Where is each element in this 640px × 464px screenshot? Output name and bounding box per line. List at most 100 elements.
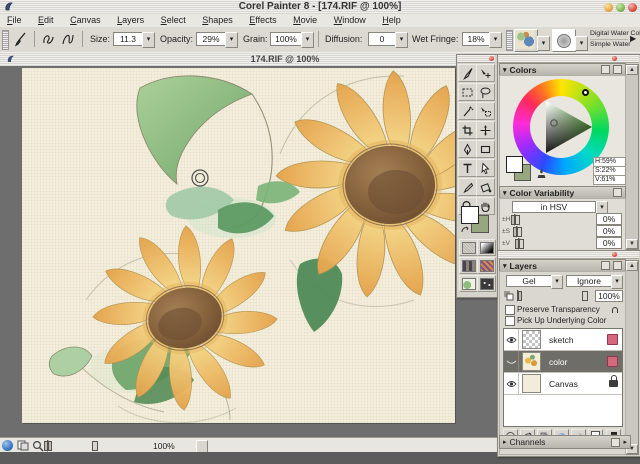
pen-tool-button[interactable] [458, 140, 477, 158]
color-variability-menu-icon[interactable] [613, 188, 622, 197]
rectangular-selection-tool-button[interactable] [458, 83, 477, 101]
brush-selector-drag-handle[interactable] [506, 30, 513, 51]
visibility-eye-icon[interactable] [504, 329, 519, 350]
variability-h-slider[interactable] [514, 214, 516, 226]
channels-panel-header[interactable]: ▸ Channels ▸ [499, 435, 631, 449]
layers-scroll-up-icon[interactable]: ▲ [626, 261, 638, 271]
look-selector-button[interactable] [459, 275, 478, 292]
scroll-up-icon[interactable]: ▲ [626, 65, 638, 75]
title-bar[interactable]: Corel Painter 8 - [174.RIF @ 100%] [0, 0, 640, 15]
gradient-selector-button[interactable] [477, 239, 496, 256]
layers-collapse-icon[interactable]: ▾ [503, 262, 507, 270]
variability-h-handle[interactable] [515, 215, 520, 225]
swap-colors-icon[interactable] [460, 225, 470, 235]
opacity-field[interactable]: 29% [196, 32, 226, 46]
dropper-tool-button[interactable] [458, 178, 477, 196]
colors-palette-close-button[interactable] [612, 56, 617, 61]
variability-mode-select[interactable]: in HSV [512, 201, 596, 213]
menu-layers[interactable]: Layers [110, 14, 151, 27]
brush-category-dropdown[interactable]: ▾ [537, 36, 550, 51]
wet-fringe-dropdown[interactable]: ▾ [489, 32, 502, 48]
variability-h-value[interactable]: 0% [596, 213, 622, 225]
minimize-button[interactable] [604, 3, 613, 12]
menu-movie[interactable]: Movie [286, 14, 324, 27]
menu-edit[interactable]: Edit [31, 14, 61, 27]
layer-name[interactable]: Canvas [549, 379, 578, 389]
menu-window[interactable]: Window [327, 14, 373, 27]
composite-method-dropdown[interactable]: ▾ [551, 275, 563, 289]
hue-marker[interactable] [582, 89, 589, 96]
toolbox-title-bar[interactable] [457, 55, 495, 63]
transform-tool-button[interactable] [476, 121, 495, 139]
layer-name[interactable]: sketch [549, 335, 574, 345]
palette-scrollbar[interactable]: ▲ ▼ [625, 64, 639, 250]
variability-v-handle[interactable] [519, 239, 524, 249]
layer-opacity-handle[interactable] [582, 291, 588, 301]
channels-expand-icon[interactable]: ▸ [503, 438, 507, 446]
menu-help[interactable]: Help [375, 14, 408, 27]
grain-dropdown[interactable]: ▾ [301, 32, 314, 48]
shape-selection-tool-button[interactable] [476, 159, 495, 177]
visibility-eye-icon[interactable] [504, 373, 519, 394]
paper-selector-button[interactable] [459, 239, 478, 256]
brush-tool-button[interactable] [458, 64, 477, 82]
main-color-swatch[interactable] [461, 206, 479, 224]
layer-opacity-value[interactable]: 100% [595, 290, 623, 302]
layers-palette-close-button[interactable] [612, 252, 617, 257]
menu-effects[interactable]: Effects [242, 14, 283, 27]
layer-name[interactable]: color [549, 357, 567, 367]
nozzle-selector-button[interactable] [477, 275, 496, 292]
menu-canvas[interactable]: Canvas [63, 14, 108, 27]
color-variability-collapse-icon[interactable]: ▾ [503, 189, 507, 197]
colors-panel-grid-icon[interactable] [601, 65, 610, 74]
variability-s-handle[interactable] [517, 227, 522, 237]
maximize-button[interactable] [616, 3, 625, 12]
straight-strokes-icon[interactable] [60, 31, 76, 47]
colors-palette-title-bar[interactable] [498, 55, 639, 63]
layer-adjuster-tool-button[interactable] [476, 64, 495, 82]
channels-panel-menu-arrow[interactable]: ▸ [623, 438, 627, 446]
size-field[interactable]: 11.3 [113, 32, 143, 46]
canvas-paper[interactable] [22, 68, 455, 423]
composite-depth-select[interactable]: Ignore [566, 275, 612, 287]
brush-tool-icon[interactable] [12, 31, 28, 47]
paint-bucket-tool-button[interactable] [476, 178, 495, 196]
zoom-tool-icon[interactable] [32, 440, 44, 452]
zoom-slider-handle[interactable] [92, 441, 98, 451]
visibility-eye-closed-icon[interactable] [504, 351, 519, 372]
drawing-mode-button[interactable] [2, 440, 13, 451]
freehand-strokes-icon[interactable] [41, 31, 57, 47]
layers-palette-title-bar[interactable] [498, 251, 639, 259]
composite-depth-dropdown[interactable]: ▾ [611, 275, 623, 289]
menu-select[interactable]: Select [154, 14, 193, 27]
diffusion-field[interactable]: 0 [368, 32, 396, 46]
colors-main-swatch[interactable] [506, 156, 523, 173]
property-bar-drag-handle[interactable] [2, 30, 9, 50]
brush-variant-dropdown[interactable]: ▾ [575, 36, 588, 51]
zoom-slider[interactable] [47, 440, 49, 452]
layer-thumbnail[interactable] [522, 352, 541, 371]
text-tool-button[interactable] [458, 159, 477, 177]
variability-v-slider[interactable] [518, 238, 520, 250]
composite-method-select[interactable]: Gel [506, 275, 552, 287]
menu-shapes[interactable]: Shapes [195, 14, 240, 27]
colors-collapse-icon[interactable]: ▾ [503, 66, 507, 74]
rectangular-shape-tool-button[interactable] [476, 140, 495, 158]
preserve-transparency-checkbox[interactable] [505, 305, 515, 315]
variability-v-value[interactable]: 0% [596, 237, 622, 249]
brush-variant-button[interactable] [552, 29, 576, 52]
layer-thumbnail[interactable] [522, 330, 541, 349]
brush-category-button[interactable] [514, 29, 538, 52]
layer-row-canvas[interactable]: Canvas [504, 373, 622, 395]
brush-variant-label[interactable]: Simple Water [590, 40, 628, 50]
color-stamp-icon[interactable] [536, 168, 547, 179]
zoom-slider-right-cap[interactable] [44, 441, 48, 451]
selection-adjuster-tool-button[interactable] [476, 102, 495, 120]
variability-s-value[interactable]: 0% [596, 225, 622, 237]
pattern-selector-button[interactable] [459, 257, 478, 274]
wet-fringe-field[interactable]: 18% [462, 32, 490, 46]
layers-scrollbar[interactable]: ▲ ▼ [625, 260, 639, 455]
menu-file[interactable]: File [0, 14, 29, 27]
brush-selector-menu-arrow[interactable]: ▶ [630, 34, 636, 43]
lasso-tool-button[interactable] [476, 83, 495, 101]
